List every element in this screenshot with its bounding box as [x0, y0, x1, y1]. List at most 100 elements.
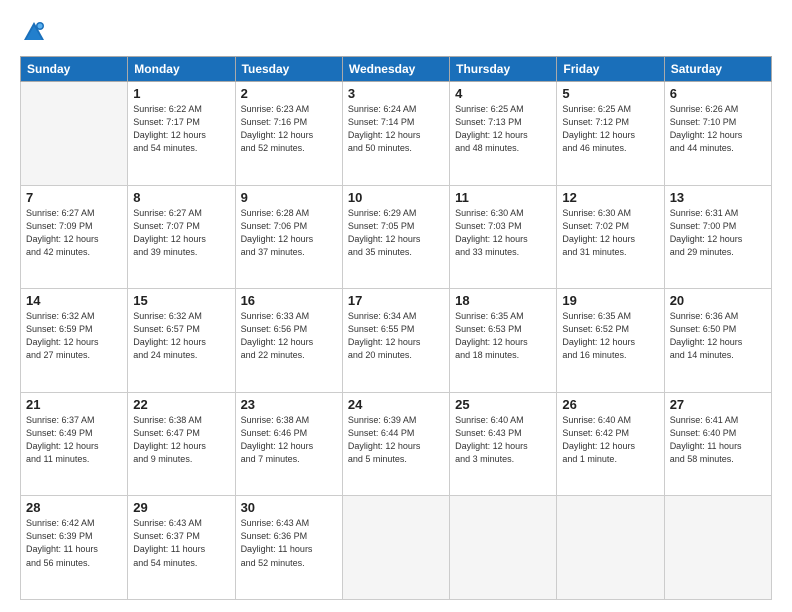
day-number: 18 [455, 293, 551, 308]
day-number: 10 [348, 190, 444, 205]
day-info: Sunrise: 6:40 AM Sunset: 6:43 PM Dayligh… [455, 414, 551, 466]
day-info: Sunrise: 6:32 AM Sunset: 6:59 PM Dayligh… [26, 310, 122, 362]
calendar-cell [342, 496, 449, 600]
day-info: Sunrise: 6:26 AM Sunset: 7:10 PM Dayligh… [670, 103, 766, 155]
day-info: Sunrise: 6:28 AM Sunset: 7:06 PM Dayligh… [241, 207, 337, 259]
logo-icon [20, 18, 48, 46]
day-info: Sunrise: 6:43 AM Sunset: 6:36 PM Dayligh… [241, 517, 337, 569]
page: SundayMondayTuesdayWednesdayThursdayFrid… [0, 0, 792, 612]
day-info: Sunrise: 6:29 AM Sunset: 7:05 PM Dayligh… [348, 207, 444, 259]
weekday-header: Tuesday [235, 57, 342, 82]
day-info: Sunrise: 6:24 AM Sunset: 7:14 PM Dayligh… [348, 103, 444, 155]
calendar-cell: 23 Sunrise: 6:38 AM Sunset: 6:46 PM Dayli… [235, 392, 342, 496]
day-number: 15 [133, 293, 229, 308]
day-info: Sunrise: 6:33 AM Sunset: 6:56 PM Dayligh… [241, 310, 337, 362]
calendar-cell: 16 Sunrise: 6:33 AM Sunset: 6:56 PM Dayli… [235, 289, 342, 393]
calendar-cell: 3 Sunrise: 6:24 AM Sunset: 7:14 PM Daylig… [342, 82, 449, 186]
weekday-header: Thursday [450, 57, 557, 82]
day-info: Sunrise: 6:22 AM Sunset: 7:17 PM Dayligh… [133, 103, 229, 155]
calendar-cell: 18 Sunrise: 6:35 AM Sunset: 6:53 PM Dayli… [450, 289, 557, 393]
calendar-cell: 25Sunrise: 6:40 AM Sunset: 6:43 PM Dayli… [450, 392, 557, 496]
day-number: 23 [241, 397, 337, 412]
weekday-header: Monday [128, 57, 235, 82]
day-info: Sunrise: 6:36 AM Sunset: 6:50 PM Dayligh… [670, 310, 766, 362]
calendar-cell: 20 Sunrise: 6:36 AM Sunset: 6:50 PM Dayli… [664, 289, 771, 393]
calendar-cell [450, 496, 557, 600]
day-info: Sunrise: 6:38 AM Sunset: 6:46 PM Dayligh… [241, 414, 337, 466]
calendar-cell: 4 Sunrise: 6:25 AM Sunset: 7:13 PM Daylig… [450, 82, 557, 186]
day-info: Sunrise: 6:35 AM Sunset: 6:52 PM Dayligh… [562, 310, 658, 362]
calendar-header-row: SundayMondayTuesdayWednesdayThursdayFrid… [21, 57, 772, 82]
day-number: 24 [348, 397, 444, 412]
calendar-cell: 14Sunrise: 6:32 AM Sunset: 6:59 PM Dayli… [21, 289, 128, 393]
day-info: Sunrise: 6:43 AM Sunset: 6:37 PM Dayligh… [133, 517, 229, 569]
calendar: SundayMondayTuesdayWednesdayThursdayFrid… [20, 56, 772, 600]
calendar-cell: 15Sunrise: 6:32 AM Sunset: 6:57 PM Dayli… [128, 289, 235, 393]
calendar-cell: 7Sunrise: 6:27 AM Sunset: 7:09 PM Daylig… [21, 185, 128, 289]
calendar-cell: 28Sunrise: 6:42 AM Sunset: 6:39 PM Dayli… [21, 496, 128, 600]
day-number: 13 [670, 190, 766, 205]
day-number: 9 [241, 190, 337, 205]
day-info: Sunrise: 6:23 AM Sunset: 7:16 PM Dayligh… [241, 103, 337, 155]
day-number: 20 [670, 293, 766, 308]
day-info: Sunrise: 6:38 AM Sunset: 6:47 PM Dayligh… [133, 414, 229, 466]
weekday-header: Sunday [21, 57, 128, 82]
logo [20, 18, 52, 46]
calendar-cell: 21 Sunrise: 6:37 AM Sunset: 6:49 PM Dayli… [21, 392, 128, 496]
day-number: 3 [348, 86, 444, 101]
calendar-cell: 6 Sunrise: 6:26 AM Sunset: 7:10 PM Daylig… [664, 82, 771, 186]
day-number: 19 [562, 293, 658, 308]
day-number: 30 [241, 500, 337, 515]
calendar-week-row: 21 Sunrise: 6:37 AM Sunset: 6:49 PM Dayli… [21, 392, 772, 496]
day-info: Sunrise: 6:39 AM Sunset: 6:44 PM Dayligh… [348, 414, 444, 466]
calendar-week-row: 7Sunrise: 6:27 AM Sunset: 7:09 PM Daylig… [21, 185, 772, 289]
day-info: Sunrise: 6:30 AM Sunset: 7:02 PM Dayligh… [562, 207, 658, 259]
calendar-cell [557, 496, 664, 600]
calendar-cell: 26 Sunrise: 6:40 AM Sunset: 6:42 PM Dayli… [557, 392, 664, 496]
day-info: Sunrise: 6:34 AM Sunset: 6:55 PM Dayligh… [348, 310, 444, 362]
day-info: Sunrise: 6:35 AM Sunset: 6:53 PM Dayligh… [455, 310, 551, 362]
weekday-header: Saturday [664, 57, 771, 82]
day-number: 16 [241, 293, 337, 308]
calendar-cell: 8 Sunrise: 6:27 AM Sunset: 7:07 PM Daylig… [128, 185, 235, 289]
calendar-cell: 22 Sunrise: 6:38 AM Sunset: 6:47 PM Dayli… [128, 392, 235, 496]
calendar-cell: 30 Sunrise: 6:43 AM Sunset: 6:36 PM Dayli… [235, 496, 342, 600]
day-number: 1 [133, 86, 229, 101]
day-info: Sunrise: 6:40 AM Sunset: 6:42 PM Dayligh… [562, 414, 658, 466]
day-number: 26 [562, 397, 658, 412]
day-info: Sunrise: 6:27 AM Sunset: 7:09 PM Dayligh… [26, 207, 122, 259]
calendar-week-row: 14Sunrise: 6:32 AM Sunset: 6:59 PM Dayli… [21, 289, 772, 393]
calendar-cell [21, 82, 128, 186]
day-number: 12 [562, 190, 658, 205]
calendar-cell: 12 Sunrise: 6:30 AM Sunset: 7:02 PM Dayli… [557, 185, 664, 289]
day-info: Sunrise: 6:25 AM Sunset: 7:12 PM Dayligh… [562, 103, 658, 155]
day-number: 2 [241, 86, 337, 101]
calendar-cell: 19 Sunrise: 6:35 AM Sunset: 6:52 PM Dayli… [557, 289, 664, 393]
day-number: 8 [133, 190, 229, 205]
calendar-cell: 5Sunrise: 6:25 AM Sunset: 7:12 PM Daylig… [557, 82, 664, 186]
day-number: 4 [455, 86, 551, 101]
day-number: 6 [670, 86, 766, 101]
day-info: Sunrise: 6:25 AM Sunset: 7:13 PM Dayligh… [455, 103, 551, 155]
calendar-cell: 13 Sunrise: 6:31 AM Sunset: 7:00 PM Dayli… [664, 185, 771, 289]
calendar-cell: 29 Sunrise: 6:43 AM Sunset: 6:37 PM Dayli… [128, 496, 235, 600]
day-info: Sunrise: 6:27 AM Sunset: 7:07 PM Dayligh… [133, 207, 229, 259]
day-number: 11 [455, 190, 551, 205]
day-info: Sunrise: 6:30 AM Sunset: 7:03 PM Dayligh… [455, 207, 551, 259]
day-number: 22 [133, 397, 229, 412]
header [20, 18, 772, 46]
day-number: 29 [133, 500, 229, 515]
calendar-cell: 9 Sunrise: 6:28 AM Sunset: 7:06 PM Daylig… [235, 185, 342, 289]
calendar-cell: 17 Sunrise: 6:34 AM Sunset: 6:55 PM Dayli… [342, 289, 449, 393]
day-info: Sunrise: 6:37 AM Sunset: 6:49 PM Dayligh… [26, 414, 122, 466]
day-info: Sunrise: 6:31 AM Sunset: 7:00 PM Dayligh… [670, 207, 766, 259]
day-number: 21 [26, 397, 122, 412]
calendar-cell: 2 Sunrise: 6:23 AM Sunset: 7:16 PM Daylig… [235, 82, 342, 186]
day-number: 17 [348, 293, 444, 308]
calendar-cell: 10 Sunrise: 6:29 AM Sunset: 7:05 PM Dayli… [342, 185, 449, 289]
weekday-header: Friday [557, 57, 664, 82]
day-info: Sunrise: 6:42 AM Sunset: 6:39 PM Dayligh… [26, 517, 122, 569]
weekday-header: Wednesday [342, 57, 449, 82]
calendar-cell: 27Sunrise: 6:41 AM Sunset: 6:40 PM Dayli… [664, 392, 771, 496]
day-info: Sunrise: 6:41 AM Sunset: 6:40 PM Dayligh… [670, 414, 766, 466]
